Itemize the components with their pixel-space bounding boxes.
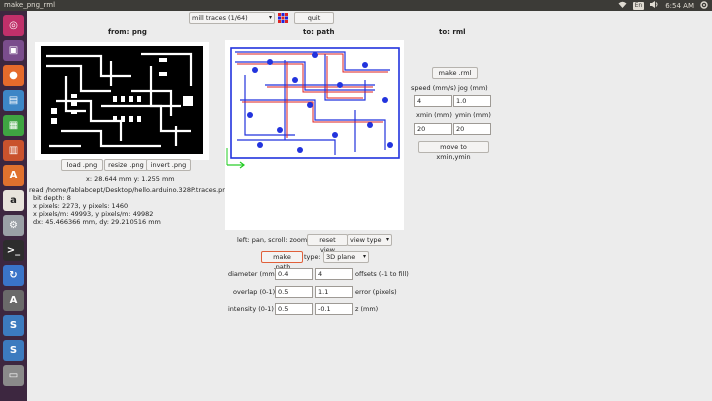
keyboard-layout[interactable]: En	[632, 1, 645, 10]
png-info-line: bit depth: 8	[33, 194, 71, 202]
size-readout: x: 28.644 mm y: 1.255 mm	[86, 175, 175, 183]
system-tray: En 6:54 AM	[618, 0, 708, 11]
png-preview-frame	[35, 42, 209, 160]
to-path-header: to: path	[303, 28, 335, 36]
error-input[interactable]: 1.1	[315, 286, 353, 298]
color-grid-icon[interactable]	[278, 13, 288, 25]
mode-select[interactable]: mill traces (1/64) ▾	[189, 12, 275, 24]
view-type-select[interactable]: view type ▾	[347, 234, 392, 246]
settings-icon[interactable]: ⚙	[3, 215, 24, 236]
path-type-value: 3D plane	[326, 253, 356, 261]
pan-zoom-hint: left: pan, scroll: zoom	[237, 236, 308, 244]
png-info-line: read /home/fablabcept/Desktop/hello.ardu…	[29, 186, 231, 194]
jog-label: jog (mm)	[458, 84, 488, 92]
offsets-input[interactable]: 4	[315, 268, 353, 280]
ymin-input[interactable]: 20	[453, 123, 491, 135]
speed-input[interactable]: 4	[414, 95, 452, 107]
xmin-label: xmin (mm)	[416, 111, 452, 119]
png-info-line: x pixels: 2273, y pixels: 1460	[33, 202, 129, 210]
trash-icon[interactable]: ▭	[3, 365, 24, 386]
ymin-label: ymin (mm)	[455, 111, 491, 119]
window-title: make_png_rml	[4, 1, 56, 9]
diameter-input[interactable]: 0.4	[275, 268, 313, 280]
python-icon-2[interactable]: S	[3, 340, 24, 361]
chevron-down-icon: ▾	[268, 14, 272, 21]
launcher: ◎ ▣ ● ▤ ▦ ▥ Aa ⚙ >_ ↻ A S S ▭	[0, 11, 27, 401]
move-to-origin-button[interactable]: move to xmin,ymin	[418, 141, 489, 161]
diameter-label: diameter (mm)	[228, 270, 278, 278]
files-icon[interactable]: ▣	[3, 40, 24, 61]
pcb-traces-image[interactable]	[41, 46, 203, 154]
png-info-line: x pixels/m: 49993, y pixels/m: 49982	[33, 210, 154, 218]
make-rml-button[interactable]: make .rml	[432, 67, 478, 79]
offsets-label: offsets (-1 to fill)	[355, 270, 409, 278]
wifi-icon[interactable]	[618, 1, 627, 10]
load-png-button[interactable]: load .png	[61, 159, 103, 171]
quit-button[interactable]: quit	[294, 12, 334, 24]
resize-png-button[interactable]: resize .png	[104, 159, 148, 171]
overlap-label: overlap (0-1)	[233, 288, 276, 296]
path-type-select[interactable]: 3D plane ▾	[323, 251, 369, 263]
make-path-button[interactable]: make .path	[261, 251, 303, 271]
jog-input[interactable]: 1.0	[453, 95, 491, 107]
mode-select-value: mill traces (1/64)	[192, 14, 248, 22]
update-icon[interactable]: ↻	[3, 265, 24, 286]
top-panel: make_png_rml En 6:54 AM	[0, 0, 712, 11]
software-center-icon[interactable]: A	[3, 165, 24, 186]
python-icon[interactable]: S	[3, 315, 24, 336]
ubuntu-dash-icon[interactable]: ◎	[3, 15, 24, 36]
calc-icon[interactable]: ▦	[3, 115, 24, 136]
view-type-value: view type	[350, 236, 382, 244]
amazon-icon[interactable]: a	[3, 190, 24, 211]
gear-icon[interactable]	[700, 0, 708, 11]
png-info-line: dx: 45.466366 mm, dy: 29.210516 mm	[33, 218, 161, 226]
z-input[interactable]: -0.1	[315, 303, 353, 315]
impress-icon[interactable]: ▥	[3, 140, 24, 161]
clock[interactable]: 6:54 AM	[665, 2, 694, 10]
firefox-icon[interactable]: ●	[3, 65, 24, 86]
terminal-icon[interactable]: >_	[3, 240, 24, 261]
app-a-icon[interactable]: A	[3, 290, 24, 311]
overlap-input[interactable]: 0.5	[275, 286, 313, 298]
chevron-down-icon: ▾	[385, 236, 389, 243]
invert-png-button[interactable]: invert .png	[146, 159, 191, 171]
intensity-input[interactable]: 0.5	[275, 303, 313, 315]
reset-view-button[interactable]: reset view	[307, 234, 348, 254]
speed-label: speed (mm/s)	[411, 84, 457, 92]
z-label: z (mm)	[355, 305, 379, 313]
path-view[interactable]	[225, 40, 404, 230]
intensity-label: intensity (0-1)	[228, 305, 274, 313]
app-window: mill traces (1/64) ▾ quit from: png to: …	[27, 11, 712, 401]
to-rml-header: to: rml	[439, 28, 466, 36]
speaker-icon[interactable]	[650, 1, 659, 10]
toolpath-canvas[interactable]	[225, 40, 404, 230]
xmin-input[interactable]: 20	[414, 123, 452, 135]
writer-icon[interactable]: ▤	[3, 90, 24, 111]
chevron-down-icon: ▾	[362, 253, 366, 260]
error-label: error (pixels)	[355, 288, 397, 296]
type-label: type:	[304, 253, 321, 261]
from-png-header: from: png	[108, 28, 147, 36]
